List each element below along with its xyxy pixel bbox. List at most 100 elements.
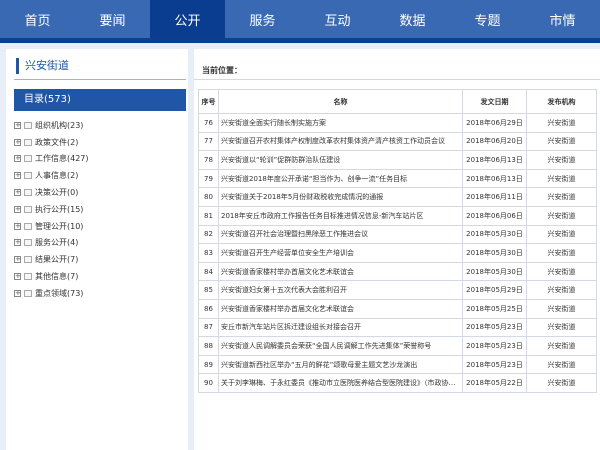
tree-item-label: 执行公开(15) (35, 204, 84, 214)
tree-item-other[interactable]: + 其他信息(7) (14, 268, 186, 285)
tree-item-label: 重点领域(73) (35, 288, 84, 298)
document-link[interactable]: 兴安街道以“轮训”促群防群治队伍建设 (218, 150, 463, 170)
main-panel: 当前位置： 序号 名称 发文日期 发布机构 76 兴安街道全面实行随长制实施方案 2… (194, 49, 600, 450)
table-row: 78 兴安街道以“轮训”促群防群治队伍建设 2018年06月13日 兴安街道 (198, 150, 597, 170)
cell-publisher: 兴安街道 (526, 317, 597, 338)
document-link[interactable]: 兴安街道2018年度公开承诺“担当作为、创争一流”任务目标 (218, 168, 463, 189)
cell-publisher: 兴安街道 (526, 336, 597, 356)
cell-publisher: 兴安街道 (526, 205, 597, 226)
tree-item-label: 服务公开(4) (35, 238, 79, 248)
document-link[interactable]: 2018年安丘市政府工作报告任务目标推进情况信息-新汽车站片区 (218, 205, 463, 226)
nav-news[interactable]: 要闻 (75, 0, 150, 38)
nav-data[interactable]: 数据 (375, 0, 450, 38)
cell-date: 2018年05月30日 (462, 224, 527, 245)
tree-item-execution[interactable]: + 执行公开(15) (14, 201, 186, 218)
cell-index: 83 (198, 243, 219, 263)
folder-icon (24, 189, 32, 197)
cell-publisher: 兴安街道 (526, 261, 597, 282)
cell-index: 85 (198, 280, 219, 300)
nav-public[interactable]: 公开 (150, 0, 225, 38)
expand-icon[interactable]: + (14, 155, 21, 163)
cell-date: 2018年05月23日 (462, 317, 527, 338)
expand-icon[interactable]: + (14, 138, 21, 146)
cell-index: 89 (198, 354, 219, 375)
cell-index: 82 (198, 224, 219, 245)
breadcrumb-divider (194, 79, 600, 80)
folder-icon (24, 138, 32, 146)
expand-icon[interactable]: + (14, 239, 21, 247)
cell-date: 2018年06月29日 (462, 113, 527, 133)
document-link[interactable]: 兴安街道召开社会治理暨扫黑除恶工作推进会议 (218, 224, 463, 245)
document-link[interactable]: 兴安街道关于2018年5月份财政税收完成情况的通报 (218, 187, 463, 207)
cell-index: 90 (198, 373, 219, 393)
tree-item-result[interactable]: + 结果公开(7) (14, 251, 186, 268)
cell-date: 2018年06月13日 (462, 150, 527, 170)
cell-date: 2018年06月11日 (462, 187, 527, 207)
document-link[interactable]: 兴安街道召开生产经营单位安全生产培训会 (218, 243, 463, 263)
cell-publisher: 兴安街道 (526, 150, 597, 170)
tree-item-personnel[interactable]: + 人事信息(2) (14, 167, 186, 184)
tree-item-work[interactable]: + 工作信息(427) (14, 151, 186, 168)
table-row: 90 关于刘李琳梅、于永红委员《推动市立医院医养结合型医院建设》（市政协十届...… (198, 373, 597, 393)
expand-icon[interactable]: + (14, 256, 21, 264)
col-header-name: 名称 (218, 89, 463, 114)
expand-icon[interactable]: + (14, 273, 21, 281)
expand-icon[interactable]: + (14, 222, 21, 230)
folder-icon (24, 205, 32, 213)
document-link[interactable]: 兴安街道人民调解委员会荣获“全国人民调解工作先进集体”荣誉称号 (218, 336, 463, 356)
tree-item-management[interactable]: + 管理公开(10) (14, 218, 186, 235)
expand-icon[interactable]: + (14, 205, 21, 213)
tree-item-key-areas[interactable]: + 重点领域(73) (14, 285, 186, 302)
cell-index: 86 (198, 298, 219, 319)
folder-icon (24, 239, 32, 247)
table-row: 82 兴安街道召开社会治理暨扫黑除恶工作推进会议 2018年05月30日 兴安街道 (198, 224, 597, 245)
cell-publisher: 兴安街道 (526, 187, 597, 207)
tree-item-label: 工作信息(427) (35, 154, 89, 164)
table-row: 86 兴安街道香家楼村举办首届文化艺术联谊会 2018年05月25日 兴安街道 (198, 298, 597, 319)
nav-city[interactable]: 市情 (525, 0, 600, 38)
cell-publisher: 兴安街道 (526, 224, 597, 245)
content-frame: 兴安街道 目录(573) + 组织机构(23) + 政策文件(2) + 工作信息(42… (0, 43, 600, 450)
cell-index: 79 (198, 168, 219, 189)
tree-item-service[interactable]: + 服务公开(4) (14, 235, 186, 252)
cell-date: 2018年06月13日 (462, 168, 527, 189)
folder-icon (24, 121, 32, 129)
table-row: 81 2018年安丘市政府工作报告任务目标推进情况信息-新汽车站片区 2018年06… (198, 205, 597, 226)
table-row: 85 兴安街道妇女第十五次代表大会胜利召开 2018年05月29日 兴安街道 (198, 280, 597, 300)
tree-item-label: 政策文件(2) (35, 137, 79, 147)
tree-item-policy[interactable]: + 政策文件(2) (14, 134, 186, 151)
nav-service[interactable]: 服务 (225, 0, 300, 38)
nav-interact[interactable]: 互动 (300, 0, 375, 38)
cell-date: 2018年05月30日 (462, 243, 527, 263)
document-link[interactable]: 安丘市新汽车站片区拆迁建设组长对接会召开 (218, 317, 463, 338)
document-link[interactable]: 兴安街道全面实行随长制实施方案 (218, 113, 463, 133)
table-row: 89 兴安街道新西社区举办“五月的鲜花”颂歌母爱主题文艺沙龙演出 2018年05月2… (198, 354, 597, 375)
expand-icon[interactable]: + (14, 121, 21, 129)
tree-item-org[interactable]: + 组织机构(23) (14, 117, 186, 134)
cell-publisher: 兴安街道 (526, 243, 597, 263)
tree-item-label: 其他信息(7) (35, 272, 79, 282)
catalog-root[interactable]: 目录(573) (14, 89, 186, 111)
sidebar-title: 兴安街道 (16, 58, 69, 74)
table-row: 83 兴安街道召开生产经营单位安全生产培训会 2018年05月30日 兴安街道 (198, 243, 597, 263)
expand-icon[interactable]: + (14, 289, 21, 297)
expand-icon[interactable]: + (14, 189, 21, 197)
nav-topics[interactable]: 专题 (450, 0, 525, 38)
cell-date: 2018年05月23日 (462, 336, 527, 356)
table-row: 79 兴安街道2018年度公开承诺“担当作为、创争一流”任务目标 2018年06月1… (198, 168, 597, 189)
tree-item-label: 结果公开(7) (35, 255, 79, 265)
document-link[interactable]: 兴安街道召开农村集体产权制度改革农村集体资产清产核资工作动员会议 (218, 131, 463, 152)
document-link[interactable]: 兴安街道香家楼村举办首届文化艺术联谊会 (218, 298, 463, 319)
document-link[interactable]: 关于刘李琳梅、于永红委员《推动市立医院医养结合型医院建设》（市政协十届... (218, 373, 463, 393)
cell-date: 2018年05月30日 (462, 261, 527, 282)
folder-icon (24, 172, 32, 180)
tree-item-decision[interactable]: + 决策公开(0) (14, 184, 186, 201)
folder-icon (24, 273, 32, 281)
expand-icon[interactable]: + (14, 172, 21, 180)
document-link[interactable]: 兴安街道妇女第十五次代表大会胜利召开 (218, 280, 463, 300)
nav-home[interactable]: 首页 (0, 0, 75, 38)
top-nav: 首页 要闻 公开 服务 互动 数据 专题 市情 (0, 0, 600, 38)
document-link[interactable]: 兴安街道新西社区举办“五月的鲜花”颂歌母爱主题文艺沙龙演出 (218, 354, 463, 375)
table-row: 88 兴安街道人民调解委员会荣获“全国人民调解工作先进集体”荣誉称号 2018年05… (198, 336, 597, 356)
document-link[interactable]: 兴安街道香家楼村举办首届文化艺术联谊会 (218, 261, 463, 282)
